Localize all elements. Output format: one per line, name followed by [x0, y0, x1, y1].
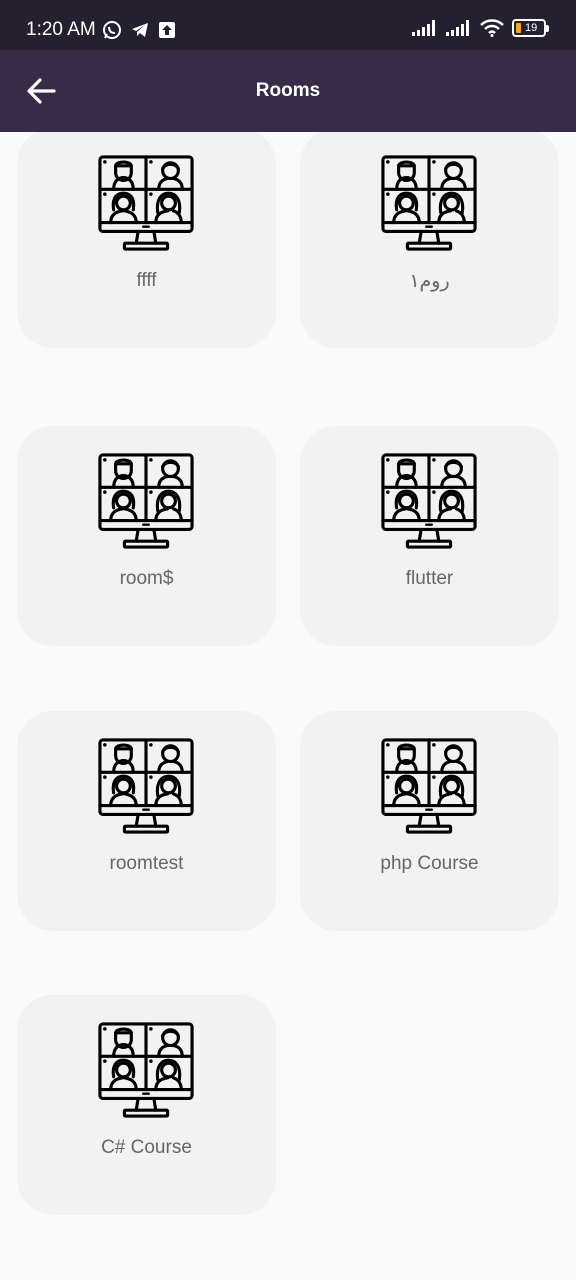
- telegram-icon: [132, 23, 148, 37]
- app-bar: Rooms: [0, 50, 576, 132]
- video-conference-icon: [97, 154, 195, 252]
- page-title: Rooms: [255, 80, 321, 101]
- room-card[interactable]: flutter: [300, 426, 559, 646]
- video-conference-icon: [97, 1021, 195, 1119]
- room-card[interactable]: C# Course: [17, 995, 276, 1215]
- status-left-icons: [102, 20, 176, 40]
- video-conference-icon: [380, 154, 478, 252]
- room-name: C# Course: [101, 1137, 192, 1158]
- room-name: ffff: [136, 270, 157, 291]
- battery-tip: [546, 25, 549, 32]
- signal-icon: [446, 20, 469, 36]
- room-card[interactable]: روم١: [300, 132, 559, 348]
- battery-icon: 19: [512, 19, 549, 37]
- video-conference-icon: [97, 737, 195, 835]
- battery-level: 19: [525, 22, 538, 34]
- status-time: 1:20 AM: [26, 19, 96, 40]
- wifi-icon: [480, 19, 504, 37]
- video-conference-icon: [380, 452, 478, 550]
- signal-icon: [412, 20, 435, 36]
- status-bar: 1:20 AM 19: [0, 0, 576, 50]
- room-card[interactable]: php Course: [300, 711, 559, 931]
- room-name: roomtest: [109, 853, 184, 874]
- whatsapp-icon: [103, 21, 121, 39]
- room-name: room$: [119, 568, 174, 589]
- video-conference-icon: [97, 452, 195, 550]
- battery-fill: [516, 23, 521, 33]
- room-name: php Course: [380, 853, 479, 874]
- upload-icon: [159, 22, 175, 38]
- room-card[interactable]: roomtest: [17, 711, 276, 931]
- room-name: flutter: [405, 568, 454, 589]
- video-conference-icon: [380, 737, 478, 835]
- room-card[interactable]: room$: [17, 426, 276, 646]
- room-card[interactable]: ffff: [17, 132, 276, 348]
- status-right-icons: 19: [412, 19, 549, 37]
- rooms-grid: ffff روم١ room$ flutter roomtest php Cou…: [0, 132, 576, 1280]
- room-name: روم١: [409, 271, 450, 292]
